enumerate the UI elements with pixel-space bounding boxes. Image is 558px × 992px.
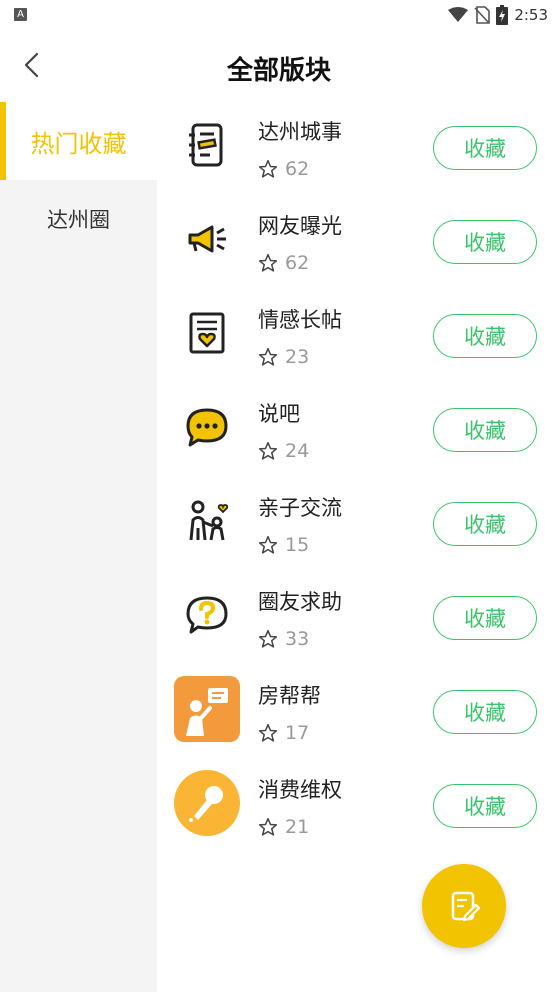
favorite-button[interactable]: 收藏	[433, 502, 537, 546]
notebook-icon	[174, 112, 240, 178]
favorite-count: 17	[285, 722, 310, 744]
chat-bubble-icon	[174, 394, 240, 460]
list-item[interactable]: 消费维权 21 收藏	[157, 760, 558, 854]
sidebar-item-hot-favorites[interactable]: 热门收藏	[0, 102, 157, 180]
favorite-button[interactable]: 收藏	[433, 314, 537, 358]
compose-post-button[interactable]	[422, 864, 506, 948]
battery-icon	[496, 5, 509, 25]
category-sidebar: 热门收藏 达州圈	[0, 102, 157, 992]
question-bubble-icon	[174, 582, 240, 648]
star-icon	[258, 441, 278, 460]
favorite-button[interactable]: 收藏	[433, 596, 537, 640]
list-item[interactable]: 说吧 24 收藏	[157, 384, 558, 478]
forum-name: 圈友求助	[258, 590, 342, 614]
status-time: 2:53	[514, 6, 548, 24]
forum-name: 消费维权	[258, 778, 342, 802]
parent-child-icon	[174, 488, 240, 554]
favorite-count: 62	[285, 158, 310, 180]
star-icon	[258, 159, 278, 178]
favorite-count: 21	[285, 816, 310, 838]
favorite-button[interactable]: 收藏	[433, 408, 537, 452]
microphone-icon	[174, 770, 240, 836]
status-bar: A 2:53	[0, 0, 558, 30]
edit-note-icon	[451, 891, 481, 922]
star-icon	[258, 817, 278, 836]
list-item[interactable]: 情感长帖 23 收藏	[157, 290, 558, 384]
forum-name: 网友曝光	[258, 214, 342, 238]
forum-name: 亲子交流	[258, 496, 342, 520]
wifi-icon	[448, 7, 469, 22]
star-icon	[258, 723, 278, 742]
sidebar-item-label: 热门收藏	[30, 129, 127, 158]
megaphone-icon	[174, 206, 240, 272]
letter-heart-icon	[174, 300, 240, 366]
star-icon	[258, 535, 278, 554]
favorite-count: 24	[285, 440, 310, 462]
forum-name: 房帮帮	[258, 684, 321, 708]
list-item[interactable]: 亲子交流 15 收藏	[157, 478, 558, 572]
house-help-icon	[174, 676, 240, 742]
list-item[interactable]: 圈友求助 33 收藏	[157, 572, 558, 666]
list-item[interactable]: 网友曝光 62 收藏	[157, 196, 558, 290]
favorite-button[interactable]: 收藏	[433, 784, 537, 828]
favorite-button[interactable]: 收藏	[433, 220, 537, 264]
list-item[interactable]: 达州城事 62 收藏	[157, 102, 558, 196]
favorite-count: 15	[285, 534, 310, 556]
favorite-button[interactable]: 收藏	[433, 690, 537, 734]
sidebar-item-dazhou-circle[interactable]: 达州圈	[0, 180, 157, 258]
page-header: 全部版块	[0, 30, 558, 102]
favorite-count: 62	[285, 252, 310, 274]
forum-name: 达州城事	[258, 120, 342, 144]
favorite-button[interactable]: 收藏	[433, 126, 537, 170]
list-item[interactable]: 房帮帮 17 收藏	[157, 666, 558, 760]
page-title: 全部版块	[226, 56, 331, 86]
no-sim-icon	[474, 6, 491, 24]
active-indicator	[0, 102, 6, 180]
star-icon	[258, 253, 278, 272]
star-icon	[258, 347, 278, 366]
forum-name: 说吧	[258, 402, 300, 426]
accessibility-badge: A	[14, 8, 27, 21]
sidebar-item-label: 达州圈	[47, 208, 110, 232]
favorite-count: 33	[285, 628, 310, 650]
forum-name: 情感长帖	[258, 308, 342, 332]
star-icon	[258, 629, 278, 648]
favorite-count: 23	[285, 346, 310, 368]
